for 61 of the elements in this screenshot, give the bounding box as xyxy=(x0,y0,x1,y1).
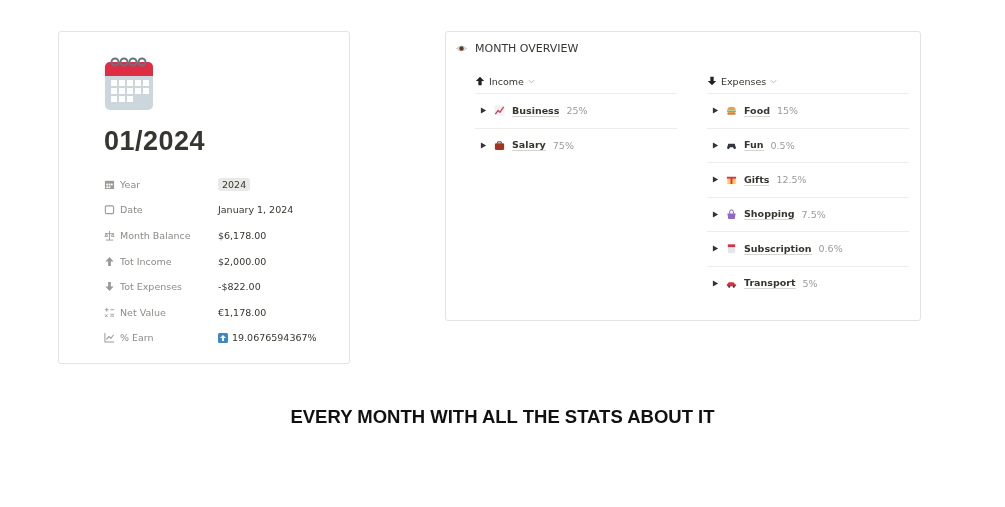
category-share: 7.5% xyxy=(801,208,826,220)
eye-icon xyxy=(456,43,467,54)
toggle-icon[interactable] xyxy=(712,107,719,115)
toggle-icon[interactable] xyxy=(712,210,719,218)
year-tag: 2024 xyxy=(218,177,251,191)
category-link[interactable]: Shopping xyxy=(744,208,795,221)
category-share: 15% xyxy=(776,105,799,117)
page-title: 01/2024 xyxy=(104,126,207,157)
overview-title: MONTH OVERVIEW xyxy=(475,42,579,55)
arrow-up-icon xyxy=(218,332,228,343)
toggle-icon[interactable] xyxy=(480,107,487,115)
property-value: January 1, 2024 xyxy=(218,204,294,216)
chart-icon xyxy=(104,332,115,344)
toggle-icon[interactable] xyxy=(480,141,487,149)
property-label: Tot Expenses xyxy=(120,281,182,293)
arrow-up-icon xyxy=(475,76,485,86)
category-share: 25% xyxy=(566,105,588,117)
property-value: $6,178.00 xyxy=(218,230,267,241)
calendar-icon xyxy=(104,204,115,216)
chart-icon xyxy=(494,105,505,117)
category-link[interactable]: Fun xyxy=(744,139,764,152)
category-link[interactable]: Subscription xyxy=(744,242,812,255)
category-share: 0.6% xyxy=(818,243,843,255)
category-link[interactable]: Salary xyxy=(512,139,546,152)
arrow-up-icon xyxy=(104,255,115,267)
toggle-icon[interactable] xyxy=(712,279,719,287)
caption: EVERY MONTH WITH ALL THE STATS ABOUT IT xyxy=(290,406,715,428)
arrow-down-icon xyxy=(707,76,717,86)
toggle-icon[interactable] xyxy=(712,245,719,253)
category-share: 75% xyxy=(552,139,574,151)
briefcase-icon xyxy=(494,139,505,151)
property-value: 19.0676594367% xyxy=(232,332,317,344)
burger-icon xyxy=(726,105,737,117)
toggle-icon[interactable] xyxy=(712,176,719,184)
gift-icon xyxy=(726,174,737,186)
property-label: Date xyxy=(120,204,143,216)
category-link[interactable]: Transport xyxy=(744,277,796,290)
arrow-down-icon xyxy=(104,281,115,293)
property-label: Year xyxy=(120,178,141,190)
calendar-icon xyxy=(104,178,115,190)
property-label: Tot Income xyxy=(120,255,172,267)
toggle-icon[interactable] xyxy=(712,141,719,149)
math-icon xyxy=(104,306,115,318)
category-link[interactable]: Gifts xyxy=(744,173,770,186)
property-value: €1,178.00 xyxy=(218,306,267,318)
property-label: Net Value xyxy=(120,306,166,318)
bag-icon xyxy=(726,208,737,220)
property-value: $2,000.00 xyxy=(218,255,267,267)
calendar-icon xyxy=(104,56,154,112)
group-title[interactable]: Expenses xyxy=(721,75,767,87)
property-label: Month Balance xyxy=(120,230,191,241)
property-label: % Earn xyxy=(120,332,154,344)
calendar-icon xyxy=(726,243,737,255)
category-link[interactable]: Food xyxy=(744,104,770,117)
scale-icon xyxy=(104,230,115,241)
category-share: 0.5% xyxy=(770,139,795,151)
category-link[interactable]: Business xyxy=(512,104,560,117)
group-title[interactable]: Income xyxy=(489,75,524,87)
property-value: -$822.00 xyxy=(218,281,261,293)
category-share: 12.5% xyxy=(776,174,807,186)
category-share: 5% xyxy=(802,277,818,289)
